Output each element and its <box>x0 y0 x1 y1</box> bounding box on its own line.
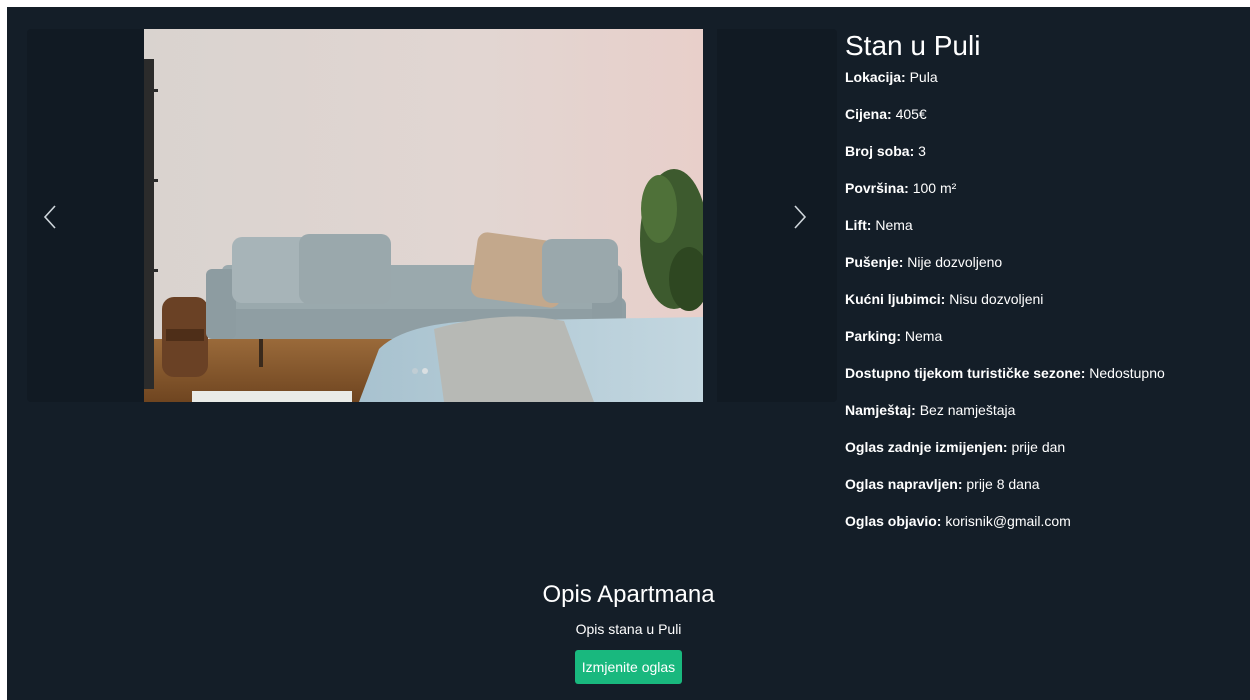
detail-label: Oglas objavio: <box>845 513 942 529</box>
chevron-left-icon <box>43 205 56 229</box>
detail-label: Površina: <box>845 180 909 196</box>
living-room-image <box>144 29 703 402</box>
chevron-right-icon <box>794 205 807 229</box>
carousel-prev-button[interactable] <box>35 199 65 235</box>
detail-row: Oglas zadnje izmijenjen: prije dan <box>845 439 1245 455</box>
detail-value: Nema <box>875 217 913 233</box>
listing-title: Stan u Puli <box>845 30 981 61</box>
detail-row: Oglas napravljen: prije 8 dana <box>845 476 1245 492</box>
detail-row: Pušenje: Nije dozvoljeno <box>845 254 1245 270</box>
image-carousel <box>27 29 837 402</box>
detail-value: Pula <box>909 69 938 85</box>
carousel-dot-2[interactable] <box>422 368 428 374</box>
apartment-photo <box>144 29 703 402</box>
detail-row: Lokacija: Pula <box>845 69 1245 85</box>
detail-label: Dostupno tijekom turističke sezone: <box>845 365 1086 381</box>
carousel-dot-1[interactable] <box>412 368 418 374</box>
description-text: Opis stana u Puli <box>575 621 682 637</box>
edit-listing-button[interactable]: Izmjenite oglas <box>574 650 683 684</box>
detail-value: 3 <box>918 143 926 159</box>
detail-label: Lift: <box>845 217 872 233</box>
carousel-next-button[interactable] <box>785 199 815 235</box>
page-frame: Stan u Puli Lokacija: Pula Cijena: 405€ Br… <box>7 7 1250 700</box>
detail-value: Bez namještaja <box>919 402 1016 418</box>
detail-row: Lift: Nema <box>845 217 1245 233</box>
detail-value: Nije dozvoljeno <box>907 254 1003 270</box>
carousel-side-right <box>717 29 837 402</box>
description-section: Opis Apartmana Opis stana u Puli Izmjeni… <box>7 580 1250 684</box>
detail-row: Oglas objavio: korisnik@gmail.com <box>845 513 1245 529</box>
detail-label: Pušenje: <box>845 254 904 270</box>
detail-label: Broj soba: <box>845 143 915 159</box>
detail-value: Nisu dozvoljeni <box>949 291 1044 307</box>
detail-row: Površina: 100 m² <box>845 180 1245 196</box>
detail-row: Broj soba: 3 <box>845 143 1245 159</box>
detail-label: Namještaj: <box>845 402 916 418</box>
detail-row: Namještaj: Bez namještaja <box>845 402 1245 418</box>
detail-value: Nema <box>904 328 943 344</box>
carousel-indicators <box>412 368 428 374</box>
detail-label: Parking: <box>845 328 902 344</box>
detail-row: Parking: Nema <box>845 328 1245 344</box>
detail-value: 100 m² <box>912 180 957 196</box>
detail-value: prije dan <box>1011 439 1066 455</box>
detail-value: Nedostupno <box>1089 365 1165 381</box>
detail-row: Cijena: 405€ <box>845 106 1245 122</box>
detail-list: Lokacija: Pula Cijena: 405€ Broj soba: 3 Po… <box>845 69 1245 529</box>
detail-label: Oglas napravljen: <box>845 476 963 492</box>
listing-details: Stan u Puli Lokacija: Pula Cijena: 405€ Br… <box>845 29 1245 550</box>
detail-value: 405€ <box>895 106 927 122</box>
description-heading: Opis Apartmana <box>542 581 715 608</box>
detail-value: korisnik@gmail.com <box>945 513 1071 529</box>
detail-value: prije 8 dana <box>966 476 1040 492</box>
detail-row: Kućni ljubimci: Nisu dozvoljeni <box>845 291 1245 307</box>
detail-label: Lokacija: <box>845 69 906 85</box>
detail-label: Cijena: <box>845 106 892 122</box>
detail-row: Dostupno tijekom turističke sezone: Nedo… <box>845 365 1245 381</box>
detail-label: Oglas zadnje izmijenjen: <box>845 439 1008 455</box>
detail-label: Kućni ljubimci: <box>845 291 946 307</box>
